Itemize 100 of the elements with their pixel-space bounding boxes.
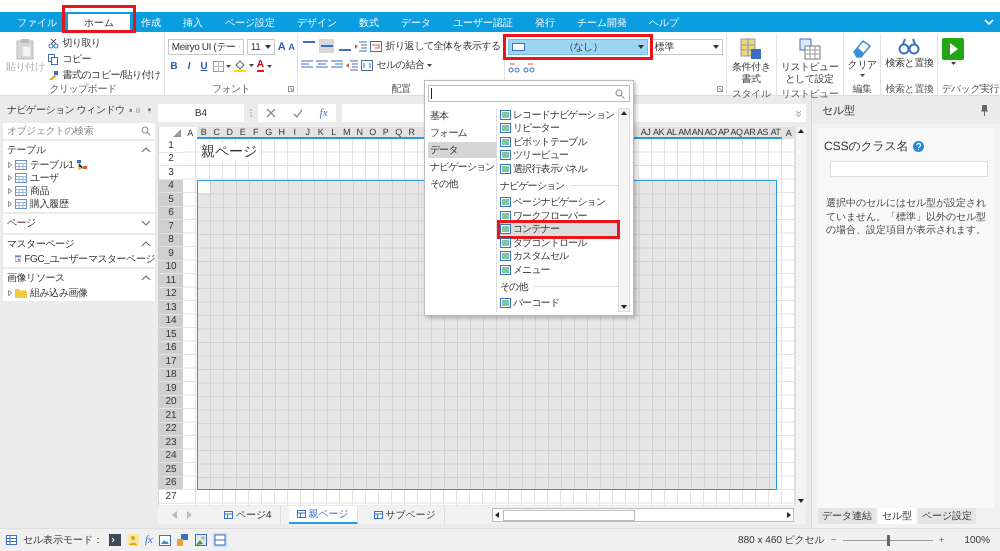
menu-item[interactable]: 選択行表示パネル — [500, 162, 618, 176]
section-header[interactable]: 画像リソース — [3, 269, 155, 286]
list-view-button[interactable]: リストビューとして設定 — [780, 36, 840, 87]
row-header[interactable]: 22 — [159, 422, 183, 436]
select-all-icon[interactable] — [173, 129, 181, 137]
menu-item[interactable]: バーコード — [500, 296, 618, 310]
css-class-field[interactable] — [830, 161, 988, 177]
category-item[interactable]: ナビゲーション — [428, 159, 496, 175]
scroll-left-icon[interactable] — [493, 511, 501, 519]
column-header[interactable]: A — [183, 127, 197, 139]
tree-item[interactable]: テーブル1 — [3, 158, 155, 171]
search-field[interactable]: オブジェクトの検索 — [3, 123, 155, 139]
font-family-dropdown[interactable]: Meiryo UI (テー — [168, 39, 244, 55]
unlink-icon[interactable] — [522, 62, 535, 73]
section-header[interactable]: テーブル — [3, 141, 155, 158]
row-header[interactable]: 15 — [159, 328, 183, 342]
category-item[interactable]: その他 — [428, 176, 496, 192]
tree-item[interactable]: ユーザ — [3, 171, 155, 184]
copy-button[interactable]: コピー — [48, 52, 161, 66]
fill-color-icon[interactable] — [234, 60, 254, 72]
link-icon[interactable] — [508, 62, 520, 73]
cell-type-dropdown[interactable]: （なし） — [508, 39, 648, 55]
row-header[interactable]: 24 — [159, 450, 183, 463]
conditional-format-button[interactable]: 条件付き書式 — [730, 36, 773, 87]
menu-item[interactable]: ピボットテーブル — [500, 135, 618, 148]
underline-button[interactable]: U — [198, 60, 210, 72]
clear-button[interactable]: クリア — [846, 36, 878, 78]
collapse-icon[interactable] — [984, 18, 994, 26]
menu-item[interactable]: ツリービュー — [500, 148, 618, 162]
merge-cells-button[interactable]: セルの結合 — [361, 58, 432, 72]
row-header[interactable]: 4 — [159, 180, 183, 193]
scroll-right-icon[interactable] — [785, 511, 793, 519]
row-header[interactable]: 12 — [159, 288, 183, 301]
section-header[interactable]: マスターページ — [3, 235, 155, 252]
align-center-icon[interactable] — [316, 60, 328, 70]
menu-item[interactable]: ページナビゲーション — [500, 196, 618, 209]
cancel-icon[interactable] — [266, 108, 276, 118]
drag-handle-icon[interactable] — [250, 109, 252, 117]
search-field[interactable] — [428, 85, 630, 102]
align-button[interactable] — [319, 39, 334, 53]
indent-icon[interactable] — [355, 40, 368, 52]
column-header[interactable]: A — [782, 127, 795, 139]
launcher-icon[interactable] — [288, 86, 294, 92]
row-header[interactable]: 26 — [159, 476, 183, 490]
italic-button[interactable]: I — [182, 60, 195, 72]
style-dropdown[interactable]: 標準 — [650, 39, 723, 55]
menu-item[interactable]: メニュー — [500, 263, 618, 276]
scroll-up-icon[interactable] — [620, 109, 628, 117]
tree-item[interactable]: 購入履歴 — [3, 197, 155, 210]
category-item[interactable]: フォーム — [428, 125, 496, 141]
sheet-tab[interactable]: 親ページ — [288, 506, 358, 524]
row-header[interactable]: 7 — [159, 220, 183, 234]
panel-tab[interactable]: ページ設定 — [918, 508, 976, 524]
sheet-tab[interactable]: ページ4 — [216, 506, 281, 524]
row-header[interactable]: 11 — [159, 274, 183, 288]
find-replace-button[interactable]: 検索と置換 — [884, 36, 934, 72]
menu-item[interactable]: カスタムセル — [500, 250, 618, 263]
row-header[interactable]: 18 — [159, 368, 183, 382]
row-header[interactable]: 14 — [159, 314, 183, 328]
zoom-in-button[interactable]: + — [938, 534, 944, 546]
font-size-dropdown[interactable]: 11 — [246, 39, 275, 55]
row-header[interactable]: 8 — [159, 234, 183, 247]
network-icon[interactable] — [176, 534, 189, 546]
check-icon[interactable] — [293, 108, 303, 118]
horizontal-scrollbar[interactable] — [492, 508, 794, 522]
menu-item[interactable]: レコードナビゲーション — [500, 108, 618, 122]
section-header[interactable]: ページ — [3, 214, 155, 231]
font-color-button[interactable]: A — [256, 60, 264, 72]
help-icon[interactable] — [912, 141, 924, 152]
debug-run-button[interactable] — [941, 36, 966, 67]
row-header[interactable]: 5 — [159, 193, 183, 206]
tree-item[interactable]: 組み込み画像 — [3, 286, 155, 299]
tree-item[interactable]: FGC_ユーザーマスターページ — [3, 252, 155, 265]
row-header[interactable]: 19 — [159, 382, 183, 396]
cut-button[interactable]: 切り取り — [48, 36, 161, 50]
cell-reference-field[interactable]: B4 — [158, 104, 244, 122]
row-header[interactable]: 20 — [159, 396, 183, 409]
scrollbar[interactable] — [618, 108, 630, 312]
row-header[interactable]: 9 — [159, 247, 183, 260]
menu-item[interactable]: リピーター — [500, 122, 618, 135]
caret-icon[interactable] — [266, 64, 272, 68]
align-left-icon[interactable] — [301, 60, 314, 70]
outdent-icon[interactable] — [346, 60, 358, 70]
layout-icon[interactable] — [212, 533, 227, 547]
wrap-text-button[interactable]: 折り返して全体を表示する — [370, 39, 501, 53]
border-icon[interactable] — [212, 60, 231, 72]
terminal-icon[interactable] — [109, 534, 121, 546]
category-item[interactable]: 基本 — [428, 108, 496, 124]
row-header[interactable]: 25 — [159, 463, 183, 476]
formula-mode-button[interactable]: fx — [145, 534, 153, 546]
shrink-font-button[interactable]: A — [288, 42, 294, 52]
sheet-tab[interactable]: サブページ — [366, 506, 445, 524]
vertical-scrollbar[interactable] — [795, 127, 806, 505]
pin-icon[interactable] — [981, 104, 988, 116]
category-item[interactable]: データ — [428, 142, 496, 158]
image-icon[interactable] — [158, 534, 171, 546]
row-header[interactable]: 23 — [159, 436, 183, 450]
picture-icon[interactable] — [194, 534, 207, 546]
scroll-down-icon[interactable] — [620, 303, 628, 311]
menu-item[interactable]: タブコントロール — [500, 236, 618, 250]
